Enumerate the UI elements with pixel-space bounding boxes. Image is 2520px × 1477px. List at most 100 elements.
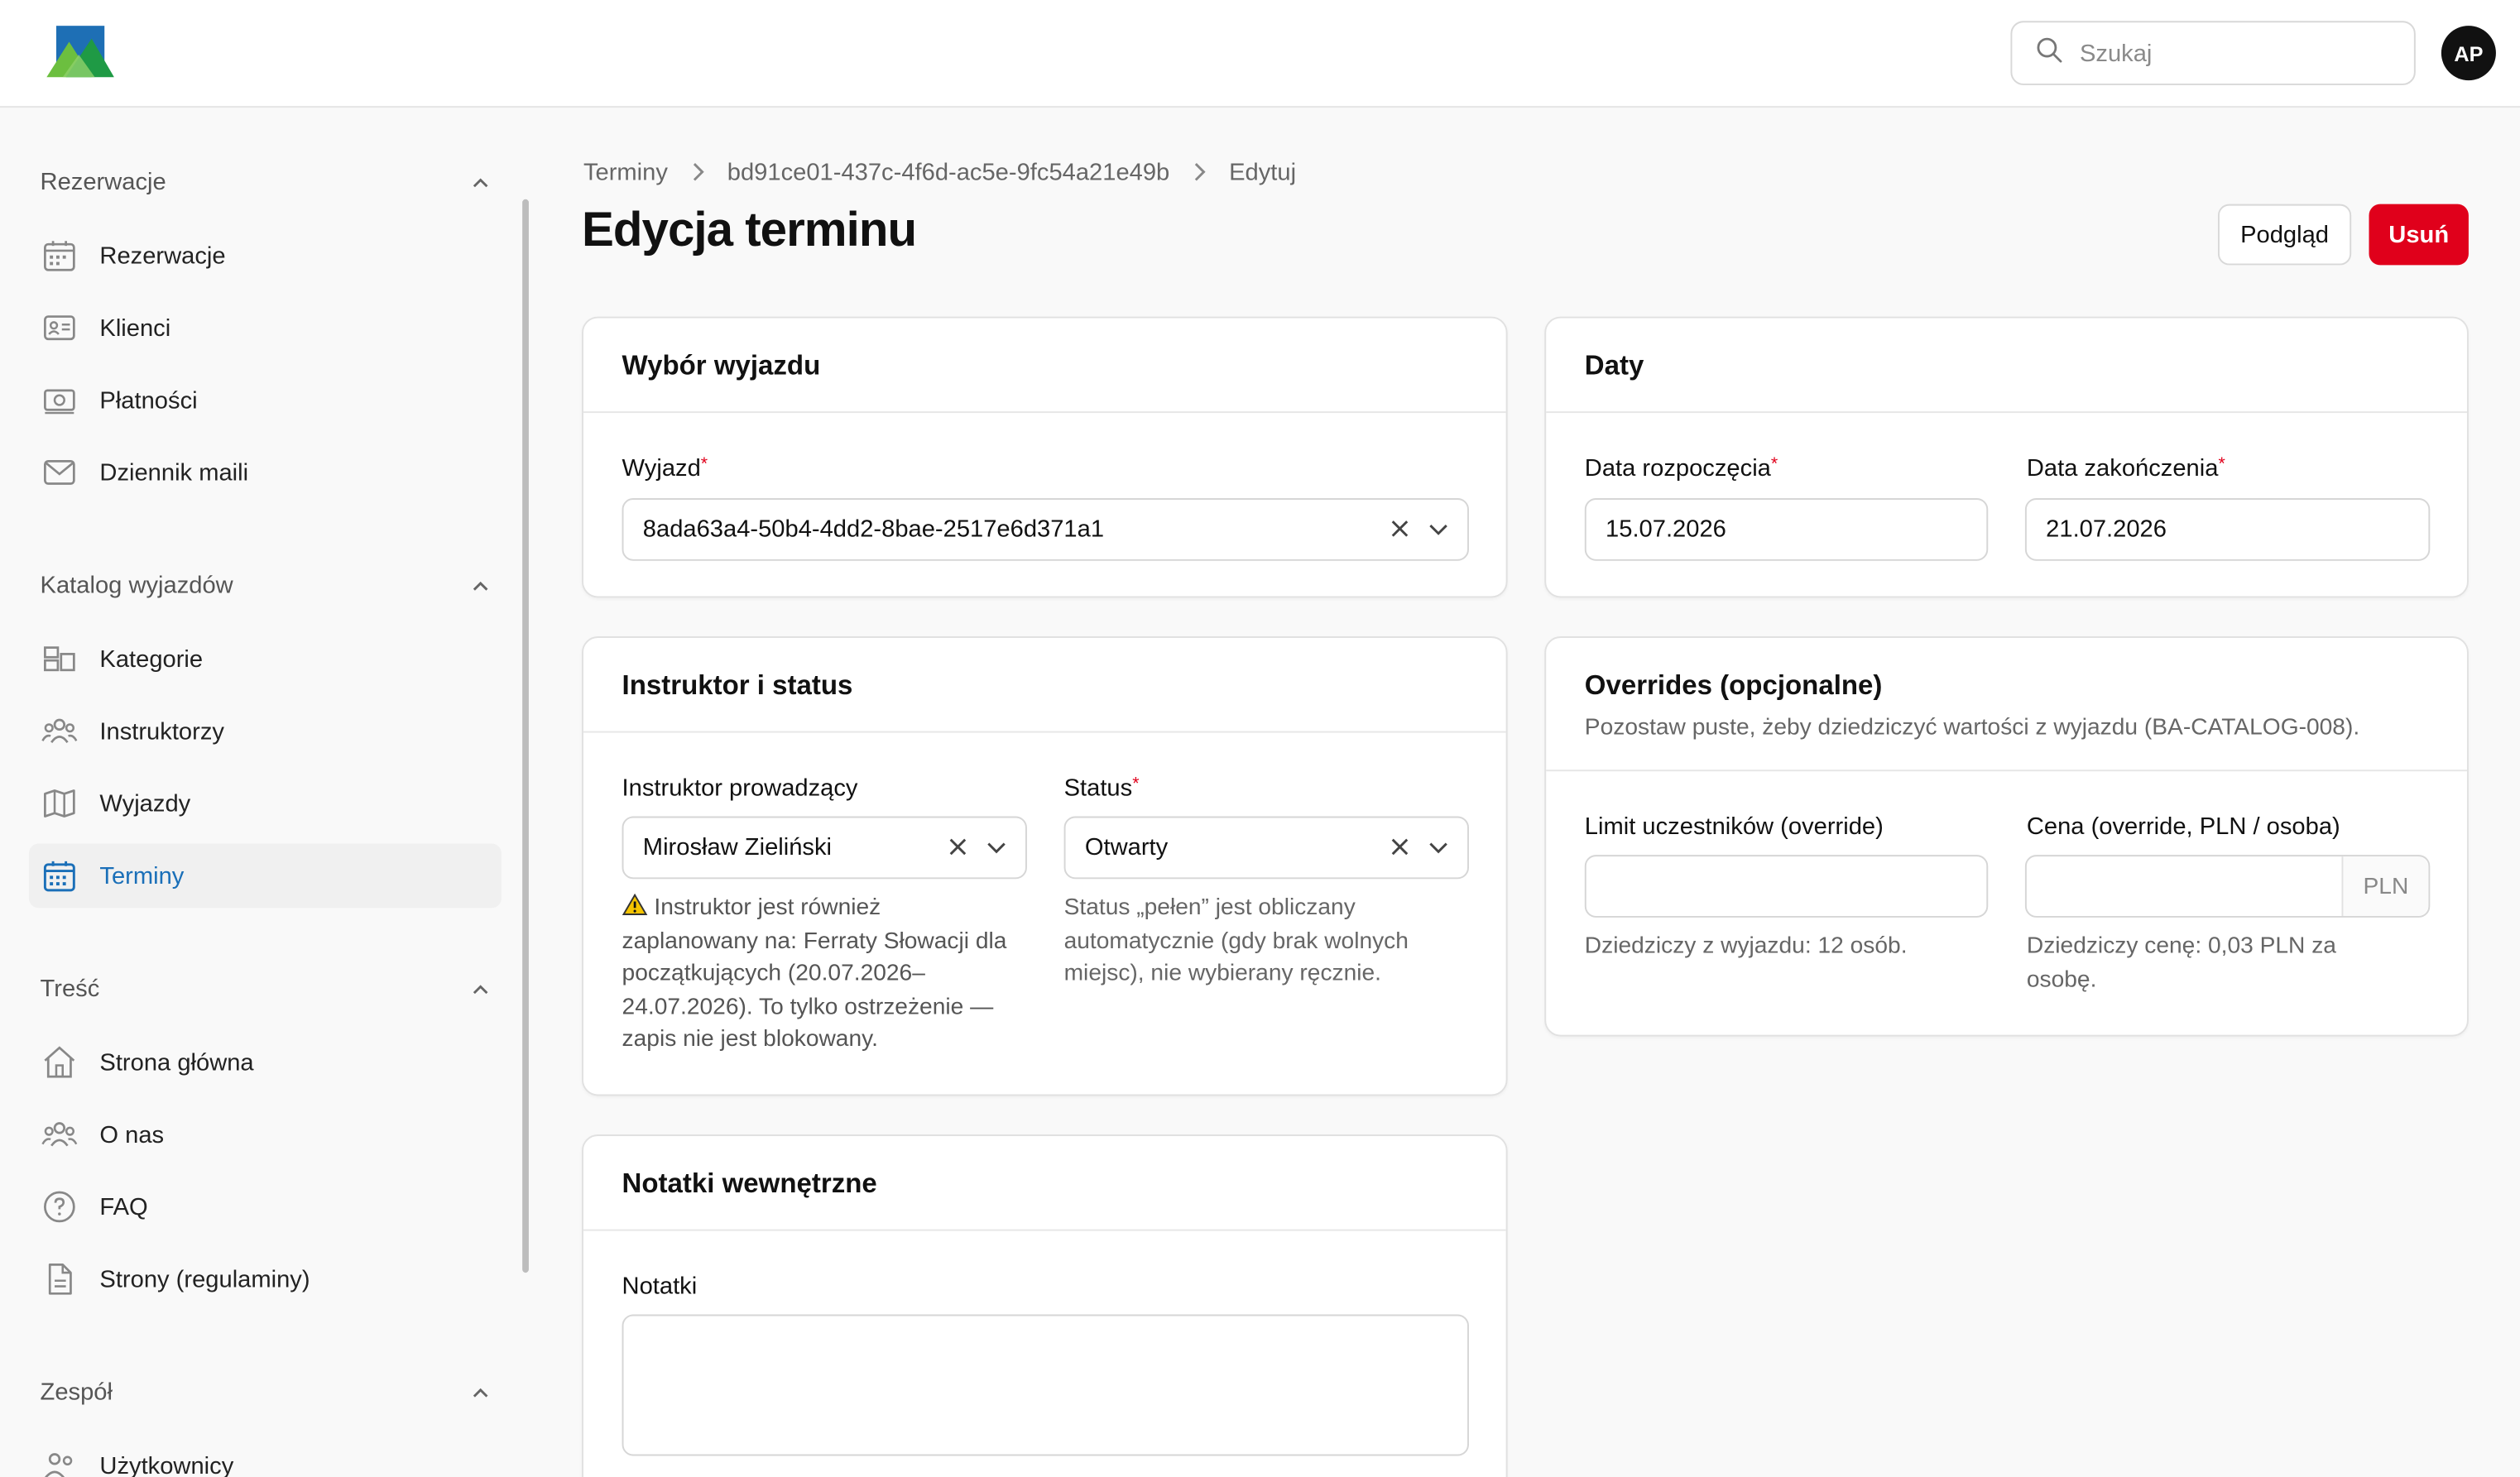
clear-icon[interactable]	[1387, 834, 1413, 860]
sidebar-item-label: Strony (regulaminy)	[99, 1265, 310, 1293]
sidebar-item-label: Terminy	[99, 861, 185, 890]
categories-icon	[41, 640, 79, 679]
chevron-up-icon	[473, 984, 488, 994]
sidebar-item-instruktorzy[interactable]: Instruktorzy	[29, 699, 502, 764]
search-input[interactable]	[2079, 39, 2402, 67]
start-date-label-text: Data rozpoczęcia	[1584, 454, 1771, 482]
status-help: Status „pełen” jest obliczany automatycz…	[1063, 894, 1409, 987]
end-date-label-text: Data zakończenia	[2026, 454, 2219, 482]
sidebar-item-label: O nas	[99, 1120, 165, 1149]
users-icon	[41, 712, 79, 750]
sidebar-item-klienci[interactable]: Klienci	[29, 295, 502, 360]
card-title: Wybór wyjazdu	[622, 350, 821, 381]
breadcrumb-terminy[interactable]: Terminy	[583, 159, 668, 186]
trip-card: Wybór wyjazdu Wyjazd* 8ada63a4-50b4-4dd2…	[582, 316, 1508, 598]
end-date-field[interactable]: 21.07.2026	[2024, 498, 2431, 561]
users-icon	[41, 1446, 79, 1477]
breadcrumb-record-id[interactable]: bd91ce01-437c-4f6d-ac5e-9fc54a21e49b	[727, 159, 1169, 186]
home-icon	[41, 1043, 79, 1081]
sidebar-item-platnosci[interactable]: Płatności	[29, 368, 502, 433]
preview-button[interactable]: Podgląd	[2217, 204, 2352, 266]
mail-icon	[41, 453, 79, 492]
card-title: Notatki wewnętrzne	[622, 1168, 877, 1199]
chevron-up-icon	[473, 580, 488, 590]
limit-label: Limit uczestników (override)	[1584, 813, 1884, 841]
sidebar-group-rezerwacje[interactable]: Rezerwacje	[41, 169, 491, 196]
breadcrumb: Terminy bd91ce01-437c-4f6d-ac5e-9fc54a21…	[583, 159, 1296, 186]
instructor-warning: Instruktor jest również zaplanowany na: …	[622, 892, 1008, 1057]
card-title: Daty	[1584, 350, 1644, 381]
sidebar: Rezerwacje Rezerwacje Klienci Płatności …	[0, 108, 530, 1477]
sidebar-item-strona-glowna[interactable]: Strona główna	[29, 1030, 502, 1095]
start-date-value: 15.07.2026	[1606, 516, 1726, 544]
group-title-label: Treść	[40, 975, 100, 1003]
question-icon	[41, 1187, 79, 1226]
status-label: Status*	[1064, 774, 1140, 802]
start-date-field[interactable]: 15.07.2026	[1584, 498, 1989, 561]
sidebar-scrollbar[interactable]	[522, 199, 529, 1273]
sidebar-group-katalog[interactable]: Katalog wyjazdów	[41, 572, 491, 599]
end-date-label: Data zakończenia*	[2027, 455, 2225, 482]
sidebar-group-tresc[interactable]: Treść	[41, 976, 491, 1003]
notes-label: Notatki	[622, 1273, 698, 1301]
status-select-value: Otwarty	[1084, 833, 1169, 861]
dates-card: Daty Data rozpoczęcia* 15.07.2026 Data z…	[1544, 316, 2469, 598]
chevron-right-icon	[1192, 160, 1206, 185]
clear-icon[interactable]	[945, 834, 971, 860]
trip-label-text: Wyjazd	[622, 454, 701, 482]
chevron-down-icon[interactable]	[1426, 516, 1452, 541]
notes-card: Notatki wewnętrzne Notatki	[582, 1134, 1508, 1477]
search-box[interactable]	[2010, 21, 2416, 85]
delete-button[interactable]: Usuń	[2369, 204, 2469, 266]
sidebar-group-zespol[interactable]: Zespół	[41, 1379, 491, 1406]
sidebar-item-label: Wyjazdy	[99, 789, 191, 818]
sidebar-item-kategorie[interactable]: Kategorie	[29, 626, 502, 691]
page-title: Edycja terminu	[582, 204, 917, 257]
status-select[interactable]: Otwarty	[1063, 816, 1469, 880]
sidebar-item-rezerwacje[interactable]: Rezerwacje	[29, 223, 502, 288]
card-header: Notatki wewnętrzne	[583, 1136, 1506, 1231]
card-header: Daty	[1546, 319, 2467, 414]
sidebar-item-label: Rezerwacje	[99, 242, 226, 270]
required-marker: *	[2218, 454, 2225, 474]
trip-select-value: 8ada63a4-50b4-4dd2-8bae-2517e6d371a1	[642, 516, 1105, 544]
trip-select[interactable]: 8ada63a4-50b4-4dd2-8bae-2517e6d371a1	[622, 498, 1469, 561]
chevron-down-icon[interactable]	[1426, 834, 1452, 860]
avatar[interactable]: AP	[2441, 26, 2496, 81]
chevron-down-icon[interactable]	[984, 834, 1010, 860]
group-title-label: Rezerwacje	[40, 168, 166, 196]
sidebar-item-wyjazdy[interactable]: Wyjazdy	[29, 771, 502, 836]
sidebar-item-faq[interactable]: FAQ	[29, 1175, 502, 1240]
limit-input[interactable]	[1584, 855, 1989, 918]
instructor-card: Instruktor i status Instruktor prowadząc…	[582, 636, 1508, 1096]
price-input[interactable]: PLN	[2024, 855, 2431, 918]
app-logo[interactable]	[46, 26, 114, 80]
price-suffix: PLN	[2341, 856, 2429, 916]
sidebar-item-o-nas[interactable]: O nas	[29, 1102, 502, 1167]
sidebar-item-strony[interactable]: Strony (regulaminy)	[29, 1247, 502, 1312]
card-header: Wybór wyjazdu	[583, 319, 1506, 414]
top-bar: AP	[0, 0, 2520, 108]
sidebar-item-label: Dziennik maili	[99, 458, 249, 487]
instructor-select[interactable]: Mirosław Zieliński	[622, 816, 1027, 880]
sidebar-item-label: Płatności	[99, 386, 198, 415]
sidebar-item-label: Strona główna	[99, 1048, 254, 1077]
clear-icon[interactable]	[1387, 516, 1413, 541]
instructor-select-value: Mirosław Zieliński	[642, 833, 833, 861]
sidebar-item-uzytkownicy[interactable]: Użytkownicy	[29, 1433, 502, 1477]
sidebar-item-label: FAQ	[99, 1192, 148, 1220]
money-icon	[41, 381, 79, 420]
users-icon	[41, 1115, 79, 1154]
overrides-card: Overrides (opcjonalne) Pozostaw puste, ż…	[1544, 636, 2469, 1037]
card-title: Instruktor i status	[622, 669, 853, 701]
instructor-warning-text: Instruktor jest również zaplanowany na: …	[622, 894, 1007, 1053]
required-marker: *	[700, 454, 708, 474]
required-marker: *	[1770, 454, 1778, 474]
sidebar-item-label: Instruktorzy	[99, 717, 224, 746]
sidebar-item-dziennik-maili[interactable]: Dziennik maili	[29, 440, 502, 505]
sidebar-item-terminy[interactable]: Terminy	[28, 843, 502, 909]
id-card-icon	[41, 309, 79, 348]
instructor-label: Instruktor prowadzący	[622, 774, 858, 803]
notes-textarea[interactable]	[622, 1314, 1469, 1456]
card-header: Instruktor i status	[583, 638, 1506, 733]
